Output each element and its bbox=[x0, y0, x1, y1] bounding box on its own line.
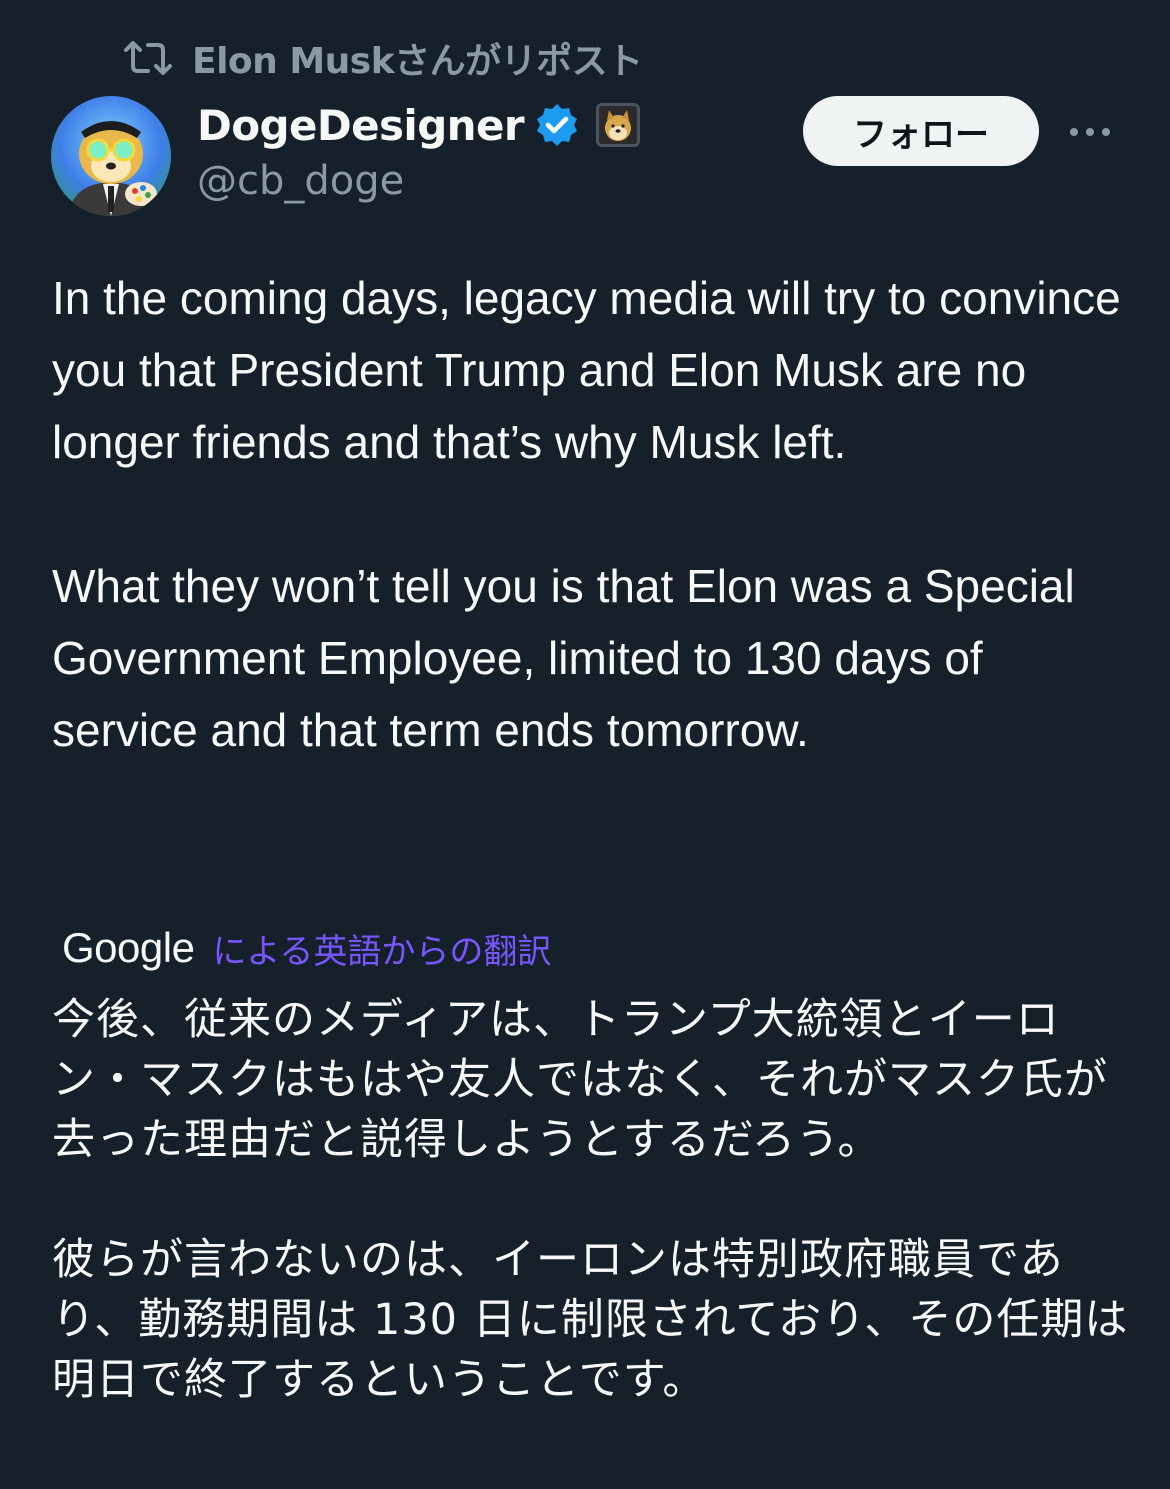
post-paragraph: In the coming days, legacy media will tr… bbox=[52, 272, 1121, 468]
translated-paragraph: 今後、従来のメディアは、トランプ大統領とイーロン・マスクはもはや友人ではなく、そ… bbox=[52, 995, 1108, 1165]
google-logo: Google bbox=[62, 924, 195, 971]
author-name-row: DogeDesigner bbox=[197, 98, 640, 152]
translated-text: 今後、従来のメディアは、トランプ大統領とイーロン・マスクはもはや友人ではなく、そ… bbox=[52, 990, 1132, 1410]
more-options-icon[interactable] bbox=[1066, 114, 1114, 150]
verified-badge-icon[interactable] bbox=[534, 102, 580, 148]
doge-affiliate-badge-icon[interactable] bbox=[595, 103, 640, 147]
translation-source-link[interactable]: による英語からの翻訳 bbox=[212, 924, 551, 973]
post-paragraph: What they won’t tell you is that Elon wa… bbox=[52, 560, 1075, 756]
translated-paragraph: 彼らが言わないのは、イーロンは特別政府職員であり、勤務期間は 130 日に制限さ… bbox=[52, 1235, 1129, 1405]
avatar[interactable] bbox=[51, 96, 171, 216]
follow-button[interactable]: フォロー bbox=[803, 96, 1039, 166]
repost-label: Elon Muskさんがリポスト bbox=[192, 41, 643, 82]
translation-attribution: Google による英語からの翻訳 bbox=[62, 918, 551, 978]
repost-icon bbox=[124, 41, 172, 75]
post-detail-view: Elon Muskさんがリポスト DogeDesigner @cb_doge フ… bbox=[0, 0, 1170, 1489]
repost-context[interactable]: Elon Muskさんがリポスト bbox=[120, 34, 643, 82]
doge-avatar-image bbox=[51, 96, 171, 216]
author-handle[interactable]: @cb_doge bbox=[197, 158, 404, 204]
author-display-name[interactable]: DogeDesigner bbox=[197, 101, 525, 150]
post-text: In the coming days, legacy media will tr… bbox=[52, 262, 1132, 766]
